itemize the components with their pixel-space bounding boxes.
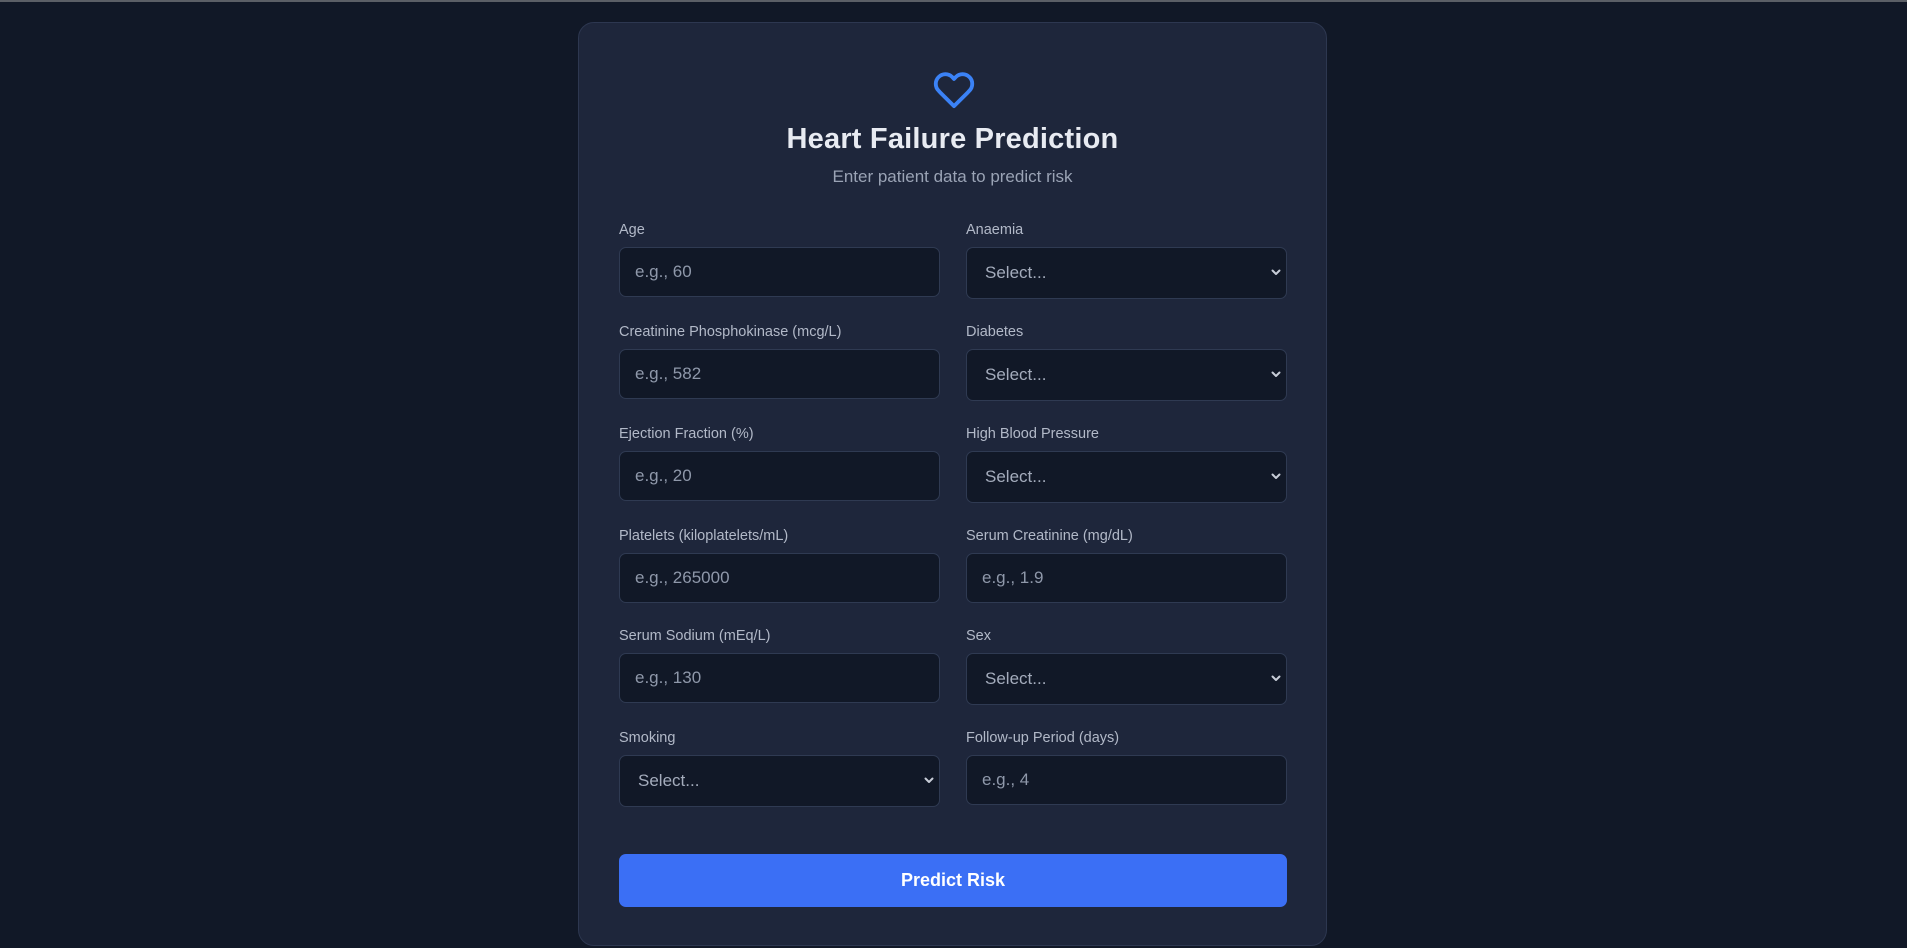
sex-select[interactable]: Select... bbox=[966, 653, 1287, 705]
platelets-field: Platelets (kiloplatelets/mL) e.g., 26500… bbox=[619, 526, 940, 603]
chevron-down-icon bbox=[1271, 473, 1281, 479]
predict-risk-button[interactable]: Predict Risk bbox=[619, 854, 1287, 907]
anaemia-select-value: Select... bbox=[985, 263, 1047, 282]
serum-sodium-label: Serum Sodium (mEq/L) bbox=[619, 628, 771, 644]
smoking-select[interactable]: Select... bbox=[619, 755, 940, 807]
anaemia-field: Anaemia Select... bbox=[966, 220, 1287, 299]
page-title: Heart Failure Prediction bbox=[786, 123, 1119, 155]
serum-creatinine-label: Serum Creatinine (mg/dL) bbox=[966, 528, 1133, 544]
smoking-label: Smoking bbox=[619, 730, 676, 746]
diabetes-field: Diabetes Select... bbox=[966, 322, 1287, 401]
chevron-down-icon bbox=[924, 777, 934, 783]
follow-up-label: Follow-up Period (days) bbox=[966, 730, 1120, 746]
follow-up-field: Follow-up Period (days) e.g., 4 bbox=[966, 728, 1287, 805]
anaemia-select[interactable]: Select... bbox=[966, 247, 1287, 299]
serum-sodium-input[interactable]: e.g., 130 bbox=[619, 653, 940, 703]
sex-label: Sex bbox=[966, 628, 991, 644]
high-bp-select[interactable]: Select... bbox=[966, 451, 1287, 503]
diabetes-label: Diabetes bbox=[966, 324, 1024, 340]
diabetes-select[interactable]: Select... bbox=[966, 349, 1287, 401]
page-subtitle: Enter patient data to predict risk bbox=[832, 167, 1073, 186]
high-bp-field: High Blood Pressure Select... bbox=[966, 424, 1287, 503]
chevron-down-icon bbox=[1271, 371, 1281, 377]
prediction-card: Heart Failure Prediction Enter patient d… bbox=[578, 22, 1327, 946]
high-bp-select-value: Select... bbox=[985, 467, 1047, 486]
chevron-down-icon bbox=[1271, 675, 1281, 681]
age-input[interactable]: e.g., 60 bbox=[619, 247, 940, 297]
age-label: Age bbox=[619, 222, 645, 238]
age-field: Age e.g., 60 bbox=[619, 220, 940, 297]
window-top-border bbox=[0, 0, 1907, 2]
high-bp-label: High Blood Pressure bbox=[966, 426, 1099, 442]
smoking-field: Smoking Select... bbox=[619, 728, 940, 807]
sex-select-value: Select... bbox=[985, 669, 1047, 688]
cpk-input[interactable]: e.g., 582 bbox=[619, 349, 940, 399]
ejection-fraction-field: Ejection Fraction (%) e.g., 20 bbox=[619, 424, 940, 501]
ejection-fraction-label: Ejection Fraction (%) bbox=[619, 426, 754, 442]
serum-creatinine-field: Serum Creatinine (mg/dL) e.g., 1.9 bbox=[966, 526, 1287, 603]
platelets-input[interactable]: e.g., 265000 bbox=[619, 553, 940, 603]
heart-icon bbox=[933, 72, 975, 109]
smoking-select-value: Select... bbox=[638, 771, 700, 790]
cpk-field: Creatinine Phosphokinase (mcg/L) e.g., 5… bbox=[619, 322, 940, 399]
anaemia-label: Anaemia bbox=[966, 222, 1024, 238]
diabetes-select-value: Select... bbox=[985, 365, 1047, 384]
platelets-label: Platelets (kiloplatelets/mL) bbox=[619, 528, 789, 544]
sex-field: Sex Select... bbox=[966, 626, 1287, 705]
follow-up-input[interactable]: e.g., 4 bbox=[966, 755, 1287, 805]
chevron-down-icon bbox=[1271, 269, 1281, 275]
ejection-fraction-input[interactable]: e.g., 20 bbox=[619, 451, 940, 501]
cpk-label: Creatinine Phosphokinase (mcg/L) bbox=[619, 324, 842, 340]
serum-creatinine-input[interactable]: e.g., 1.9 bbox=[966, 553, 1287, 603]
serum-sodium-field: Serum Sodium (mEq/L) e.g., 130 bbox=[619, 626, 940, 703]
